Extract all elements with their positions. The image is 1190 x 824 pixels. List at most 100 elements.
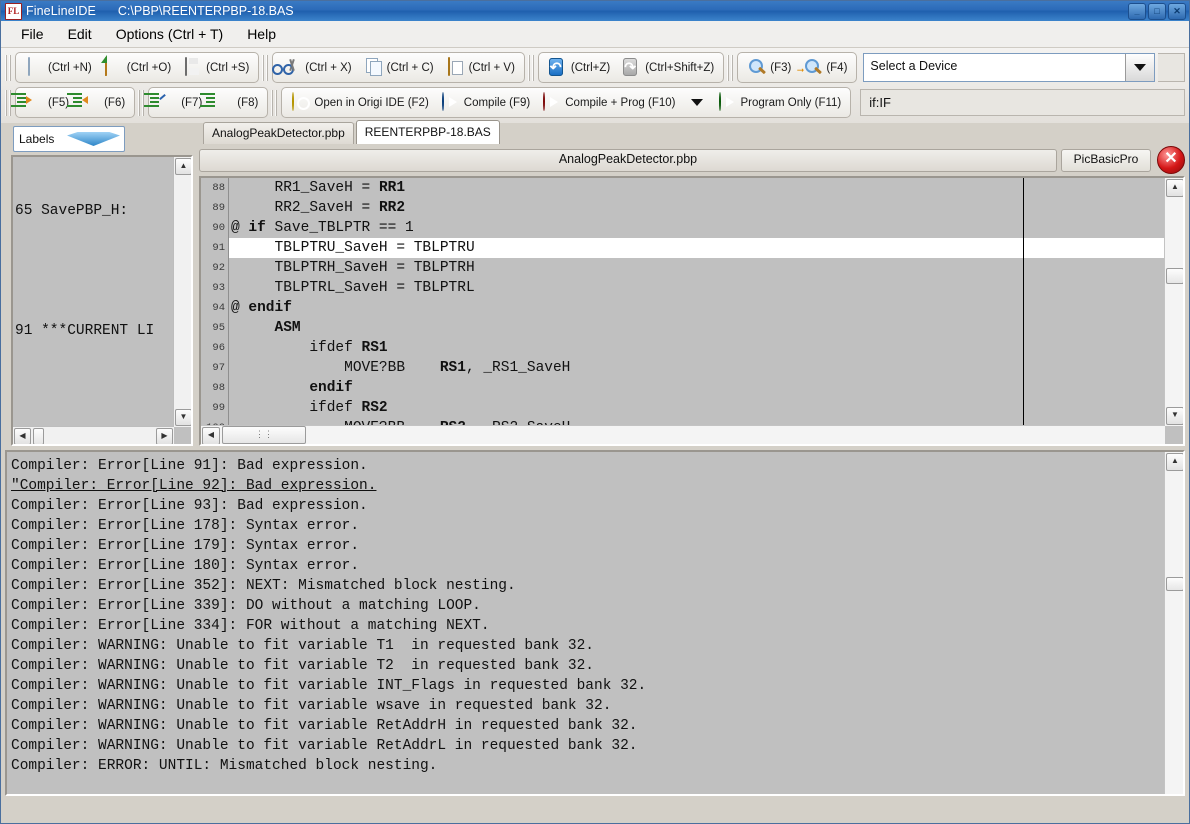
save-file-button[interactable]: (Ctrl +S): [178, 53, 254, 82]
output-line[interactable]: Compiler: Error[Line 178]: Syntax error.: [11, 516, 1163, 536]
indent-right-icon: [25, 93, 45, 113]
list-item[interactable]: 65 SavePBP_H:: [15, 201, 191, 221]
undo-button[interactable]: ↶ (Ctrl+Z): [543, 53, 615, 82]
compile-prog-button[interactable]: Compile + Prog (F10): [537, 88, 680, 117]
code-line[interactable]: endif: [229, 378, 1165, 398]
code-line[interactable]: ifdef RS2: [229, 398, 1165, 418]
code-line[interactable]: ASM: [229, 318, 1165, 338]
output-scroll-up-icon[interactable]: ▲: [1166, 453, 1184, 471]
output-line[interactable]: "Compiler: Error[Line 92]: Bad expressio…: [11, 476, 1163, 496]
code-area[interactable]: 888990919293949596979899100 RR1_SaveH = …: [201, 178, 1165, 426]
program-only-button[interactable]: Program Only (F11): [713, 88, 847, 117]
tab-analogpeakdetector[interactable]: AnalogPeakDetector.pbp: [203, 122, 354, 144]
editor-scroll-down-icon[interactable]: ▼: [1166, 407, 1184, 425]
output-line[interactable]: Compiler: WARNING: Unable to fit variabl…: [11, 716, 1163, 736]
output-vertical-scrollbar[interactable]: ▲: [1164, 452, 1183, 794]
find-button[interactable]: (F3): [742, 53, 796, 82]
new-file-icon: [25, 58, 45, 78]
scroll-down-arrow-icon[interactable]: ▼: [175, 409, 192, 426]
scroll-up-arrow-icon[interactable]: ▲: [175, 158, 192, 175]
code-line[interactable]: @ if Save_TBLPTR == 1: [229, 218, 1165, 238]
indent-left-button[interactable]: (F6): [76, 88, 130, 117]
minimize-button[interactable]: _: [1128, 3, 1146, 20]
compiler-output-text[interactable]: Compiler: Error[Line 91]: Bad expression…: [11, 456, 1163, 792]
cut-button[interactable]: (Ctrl + X): [277, 53, 356, 82]
labels-hscroll-thumb[interactable]: [33, 428, 44, 445]
close-document-button[interactable]: ✕: [1157, 146, 1185, 174]
code-line[interactable]: TBLPTRL_SaveH = TBLPTRL: [229, 278, 1165, 298]
code-line[interactable]: TBLPTRH_SaveH = TBLPTRH: [229, 258, 1165, 278]
paste-button[interactable]: (Ctrl + V): [441, 53, 520, 82]
list-item[interactable]: [15, 261, 191, 281]
list-item[interactable]: [15, 381, 191, 401]
comment-button[interactable]: (F7): [153, 88, 207, 117]
output-line[interactable]: Compiler: Error[Line 179]: Syntax error.: [11, 536, 1163, 556]
toolbar-grip-4[interactable]: [727, 55, 733, 81]
picbasicpro-button[interactable]: PicBasicPro: [1061, 149, 1151, 172]
menu-file[interactable]: File: [9, 23, 56, 45]
line-number: 94: [201, 298, 228, 318]
editor-path-bar[interactable]: AnalogPeakDetector.pbp: [199, 149, 1057, 172]
code-line[interactable]: ifdef RS1: [229, 338, 1165, 358]
indent-right-button[interactable]: (F5): [20, 88, 74, 117]
code-lines[interactable]: RR1_SaveH = RR1 RR2_SaveH = RR2@ if Save…: [229, 178, 1165, 426]
scroll-right-arrow-icon[interactable]: ▶: [156, 428, 173, 445]
labels-horizontal-scrollbar[interactable]: ◀ ▶: [13, 426, 174, 444]
output-line[interactable]: Compiler: WARNING: Unable to fit variabl…: [11, 656, 1163, 676]
labels-vertical-scrollbar[interactable]: ▲ ▼: [173, 157, 191, 427]
toolbar-group-build: Open in Origi IDE (F2) Compile (F9) Comp…: [281, 87, 851, 118]
code-line[interactable]: RR1_SaveH = RR1: [229, 178, 1165, 198]
redo-button[interactable]: ↷ (Ctrl+Shift+Z): [617, 53, 719, 82]
menu-options[interactable]: Options (Ctrl + T): [104, 23, 236, 45]
device-select[interactable]: Select a Device: [863, 53, 1155, 82]
compile-button[interactable]: Compile (F9): [436, 88, 535, 117]
menu-help[interactable]: Help: [235, 23, 288, 45]
output-line[interactable]: Compiler: WARNING: Unable to fit variabl…: [11, 736, 1163, 756]
output-line[interactable]: Compiler: Error[Line 352]: NEXT: Mismatc…: [11, 576, 1163, 596]
toolbar-grip-7[interactable]: [271, 90, 277, 116]
editor-vscroll-thumb[interactable]: [1166, 268, 1184, 284]
close-window-button[interactable]: ✕: [1168, 3, 1186, 20]
toolbar-grip[interactable]: [5, 55, 11, 81]
code-line[interactable]: RR2_SaveH = RR2: [229, 198, 1165, 218]
menu-edit[interactable]: Edit: [56, 23, 104, 45]
open-file-button[interactable]: (Ctrl +O): [99, 53, 176, 82]
editor-scroll-up-icon[interactable]: ▲: [1166, 179, 1184, 197]
new-file-button[interactable]: (Ctrl +N): [20, 53, 97, 82]
open-origi-ide-button[interactable]: Open in Origi IDE (F2): [286, 88, 433, 117]
toolbar-grip-2[interactable]: [262, 55, 268, 81]
output-vscroll-thumb[interactable]: [1166, 577, 1184, 591]
output-line[interactable]: Compiler: ERROR: UNTIL: Mismatched block…: [11, 756, 1163, 776]
editor-horizontal-scrollbar[interactable]: ◀ ⋮⋮: [201, 425, 1165, 444]
device-select-dropdown[interactable]: [1125, 54, 1154, 81]
diamond-dropdown-icon[interactable]: [67, 132, 120, 146]
code-line[interactable]: TBLPTRU_SaveH = TBLPTRU: [229, 238, 1165, 258]
tab-reenterpbp[interactable]: REENTERPBP-18.BAS: [356, 120, 500, 144]
labels-list[interactable]: 65 SavePBP_H: 91 ***CURRENT LI 152 Resto…: [13, 157, 191, 446]
toolbar-grip-3[interactable]: [528, 55, 534, 81]
copy-button[interactable]: (Ctrl + C): [359, 53, 439, 82]
code-line[interactable]: @ endif: [229, 298, 1165, 318]
output-line[interactable]: Compiler: Error[Line 93]: Bad expression…: [11, 496, 1163, 516]
output-line[interactable]: Compiler: Error[Line 91]: Bad expression…: [11, 456, 1163, 476]
editor-vertical-scrollbar[interactable]: ▲ ▼: [1164, 178, 1183, 426]
editor-scroll-left-icon[interactable]: ◀: [202, 427, 220, 445]
indent-right-label: (F5): [48, 97, 69, 109]
output-line[interactable]: Compiler: Error[Line 339]: DO without a …: [11, 596, 1163, 616]
output-line[interactable]: Compiler: WARNING: Unable to fit variabl…: [11, 676, 1163, 696]
list-item[interactable]: 91 ***CURRENT LI: [15, 321, 191, 341]
build-dropdown-caret-icon[interactable]: [691, 99, 703, 106]
code-line[interactable]: MOVE?BB RS1, _RS1_SaveH: [229, 358, 1165, 378]
compile-prog-icon: [542, 93, 562, 113]
output-line[interactable]: Compiler: WARNING: Unable to fit variabl…: [11, 636, 1163, 656]
output-line[interactable]: Compiler: Error[Line 334]: FOR without a…: [11, 616, 1163, 636]
output-line[interactable]: Compiler: WARNING: Unable to fit variabl…: [11, 696, 1163, 716]
find-next-button[interactable]: ➞ (F4): [798, 53, 852, 82]
maximize-button[interactable]: □: [1148, 3, 1166, 20]
scroll-left-arrow-icon[interactable]: ◀: [14, 428, 31, 445]
editor-hscroll-thumb[interactable]: ⋮⋮: [222, 426, 306, 444]
labels-combo[interactable]: Labels: [13, 126, 125, 152]
output-line[interactable]: Compiler: Error[Line 180]: Syntax error.: [11, 556, 1163, 576]
uncomment-button[interactable]: (F8): [209, 88, 263, 117]
find-input[interactable]: if:IF: [860, 89, 1185, 116]
